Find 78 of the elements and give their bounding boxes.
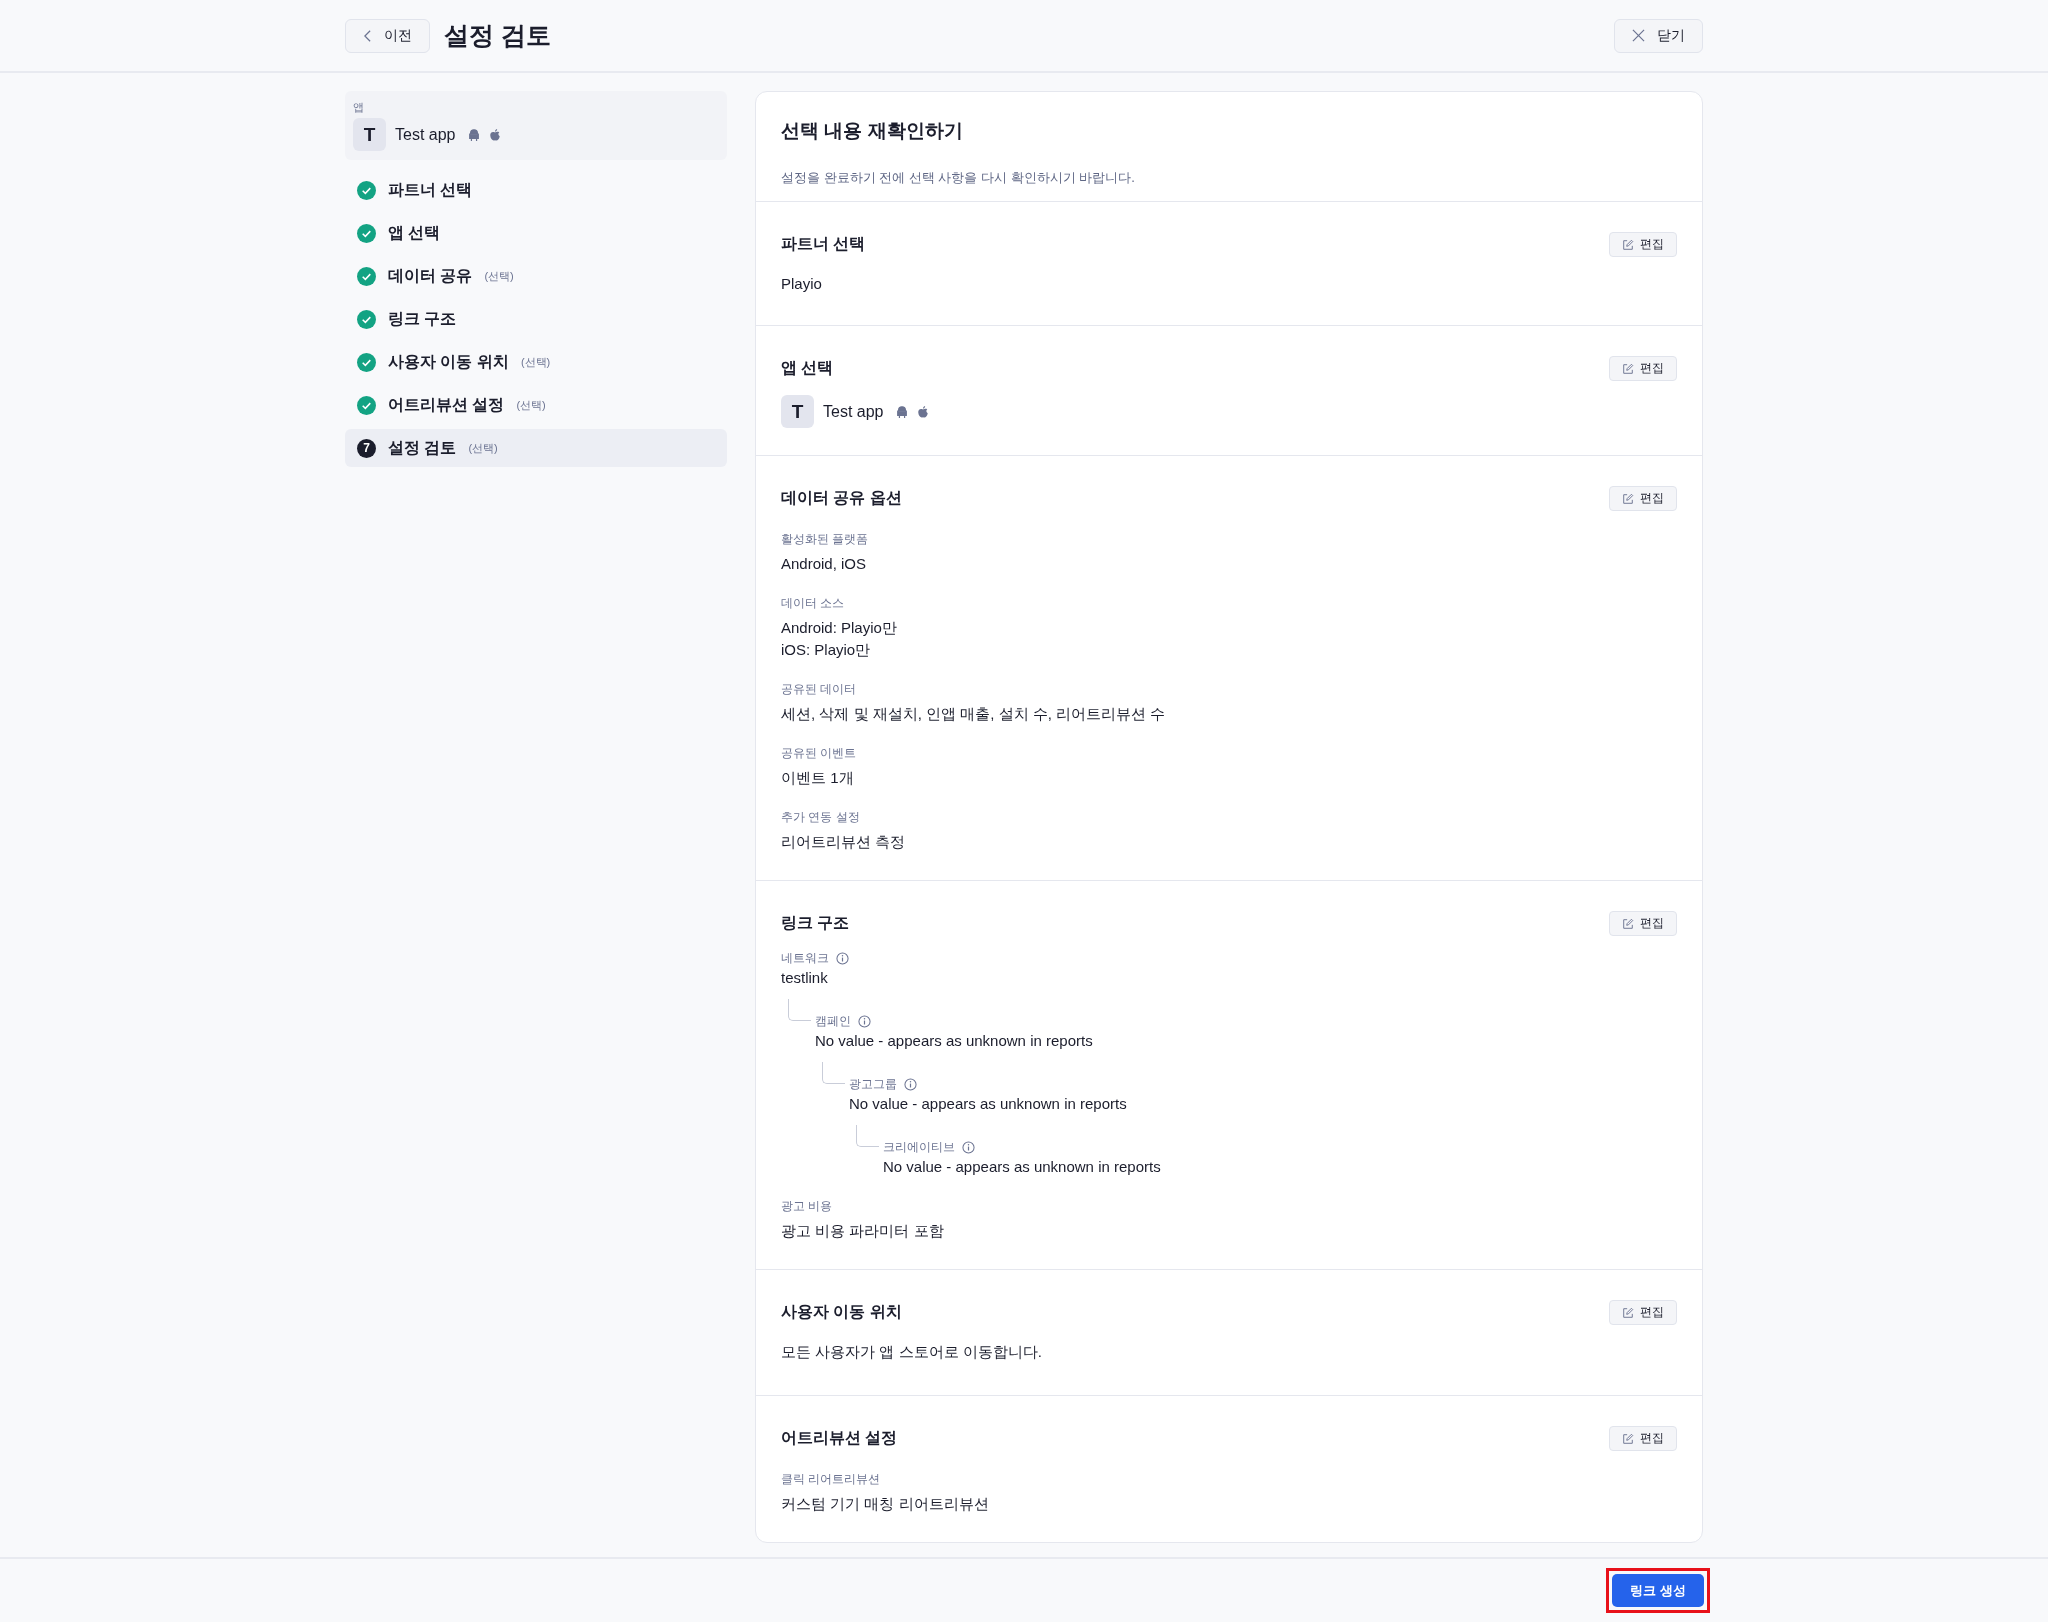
- section-title: 파트너 선택: [781, 234, 866, 254]
- app-label: 앱: [353, 100, 365, 115]
- step-label: 앱 선택: [388, 222, 441, 243]
- create-link-button[interactable]: 링크 생성: [1612, 1574, 1704, 1607]
- step-item[interactable]: 링크 구조: [345, 300, 727, 338]
- field-label: 추가 연동 설정: [781, 809, 861, 826]
- section-title: 사용자 이동 위치: [781, 1302, 902, 1322]
- step-item[interactable]: 파트너 선택: [345, 171, 727, 209]
- section-value: Playio: [781, 274, 823, 294]
- field-label: 데이터 소스: [781, 595, 846, 612]
- app-name: Test app: [823, 402, 884, 421]
- field-value: No value - appears as unknown in reports: [815, 1031, 1094, 1051]
- optional-tag: (선택): [468, 440, 498, 456]
- section-value: 모든 사용자가 앱 스토어로 이동합니다.: [781, 1342, 1043, 1362]
- step-label: 어트리뷰션 설정: [388, 394, 505, 415]
- step-label: 링크 구조: [388, 308, 457, 329]
- apple-icon: [489, 127, 502, 142]
- section-title: 데이터 공유 옵션: [781, 488, 902, 508]
- field-label: 네트워크: [781, 950, 829, 967]
- tree-connector: [856, 1125, 879, 1147]
- field-value: 리어트리뷰션 측정: [781, 832, 907, 852]
- field-value: 이벤트 1개: [781, 768, 855, 788]
- field-label: 공유된 데이터: [781, 681, 858, 698]
- edit-button[interactable]: 편집: [1609, 1300, 1677, 1325]
- optional-tag: (선택): [520, 354, 551, 370]
- field-value: Android: Playio만: [781, 618, 898, 638]
- field-value: 광고 비용 파라미터 포함: [781, 1221, 945, 1241]
- edit-button[interactable]: 편집: [1609, 232, 1677, 257]
- step-item[interactable]: 앱 선택: [345, 214, 727, 252]
- step-label: 사용자 이동 위치: [388, 351, 509, 372]
- field-label: 캠페인: [815, 1013, 851, 1030]
- step-label: 데이터 공유: [388, 265, 473, 286]
- app-avatar: T: [353, 118, 386, 151]
- chevron-left-icon: [363, 28, 372, 43]
- close-icon: [1632, 29, 1645, 42]
- info-icon[interactable]: [962, 1141, 975, 1154]
- field-label: 광고 비용: [781, 1198, 834, 1215]
- section-title: 링크 구조: [781, 913, 850, 933]
- optional-tag: (선택): [516, 397, 546, 413]
- section-title: 앱 선택: [781, 358, 834, 378]
- field-label: 활성화된 플랫폼: [781, 531, 870, 548]
- field-value: No value - appears as unknown in reports: [849, 1094, 1128, 1114]
- field-label: 광고그룹: [849, 1076, 897, 1093]
- optional-tag: (선택): [484, 268, 514, 284]
- field-value: 커스텀 기기 매칭 리어트리뷰션: [781, 1494, 990, 1514]
- step-label: 설정 검토: [388, 437, 457, 458]
- tree-connector: [822, 1062, 845, 1084]
- section-title: 어트리뷰션 설정: [781, 1428, 898, 1448]
- step-item[interactable]: 어트리뷰션 설정 (선택): [345, 386, 727, 424]
- apple-icon: [917, 404, 930, 419]
- app-name: Test app: [395, 125, 456, 144]
- step-item[interactable]: 사용자 이동 위치 (선택): [345, 343, 727, 381]
- back-button[interactable]: 이전: [345, 18, 430, 53]
- field-value: Android, iOS: [781, 554, 868, 574]
- step-label: 파트너 선택: [388, 179, 473, 200]
- field-value: No value - appears as unknown in reports: [883, 1157, 1162, 1177]
- field-label: 크리에이티브: [883, 1139, 955, 1156]
- step-number: 7: [357, 438, 376, 458]
- step-item[interactable]: 7 설정 검토 (선택): [345, 429, 727, 467]
- field-label: 클릭 리어트리뷰션: [781, 1471, 882, 1488]
- edit-button[interactable]: 편집: [1609, 356, 1677, 381]
- tree-connector: [788, 999, 811, 1021]
- close-button[interactable]: 닫기: [1614, 18, 1703, 53]
- edit-button[interactable]: 편집: [1609, 911, 1677, 936]
- field-label: 공유된 이벤트: [781, 745, 858, 762]
- app-avatar: T: [781, 395, 814, 428]
- info-icon[interactable]: [836, 952, 849, 965]
- card-subtitle: 설정을 완료하기 전에 선택 사항을 다시 확인하시기 바랍니다.: [781, 169, 1136, 187]
- edit-button[interactable]: 편집: [1609, 1426, 1677, 1451]
- field-value: iOS: Playio만: [781, 640, 872, 660]
- field-value: testlink: [781, 968, 829, 988]
- card-title: 선택 내용 재확인하기: [781, 119, 964, 143]
- info-icon[interactable]: [858, 1015, 871, 1028]
- step-item[interactable]: 데이터 공유 (선택): [345, 257, 727, 295]
- info-icon[interactable]: [904, 1078, 917, 1091]
- page-title: 설정 검토: [444, 20, 551, 51]
- edit-button[interactable]: 편집: [1609, 486, 1677, 511]
- field-value: 세션, 삭제 및 재설치, 인앱 매출, 설치 수, 리어트리뷰션 수: [781, 704, 1167, 724]
